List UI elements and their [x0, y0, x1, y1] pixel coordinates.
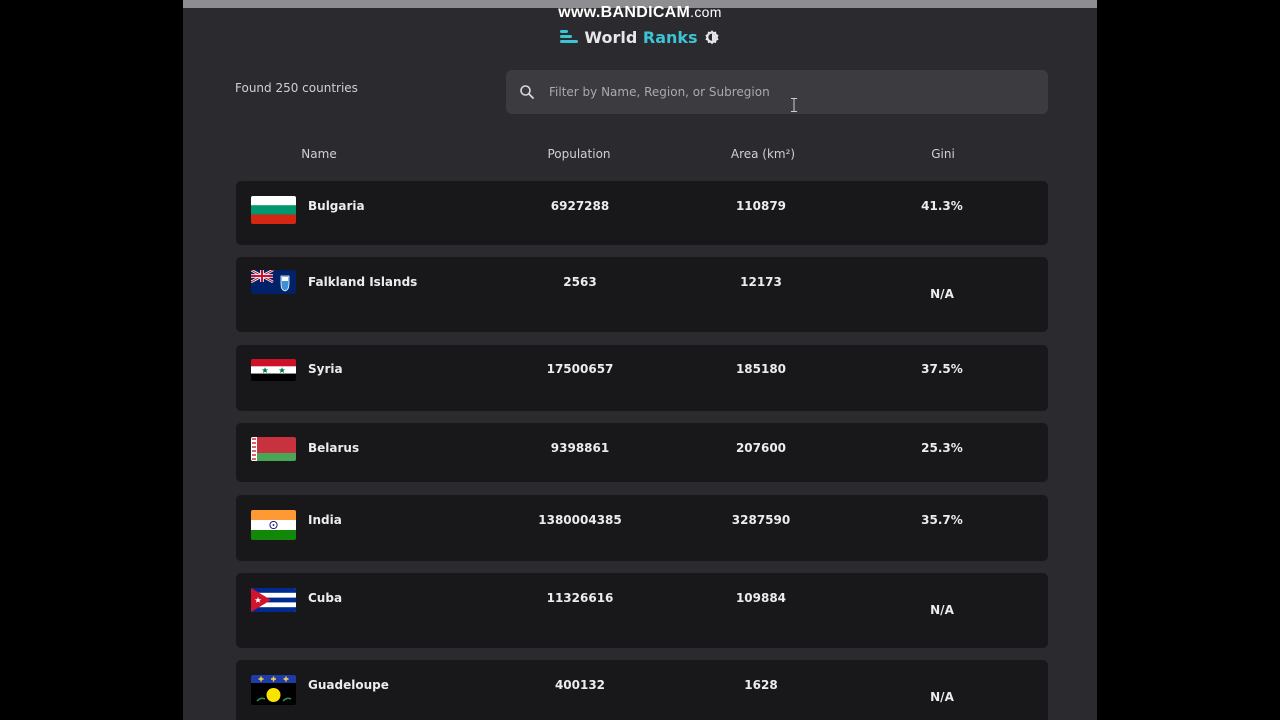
area-value: 207600	[735, 441, 787, 455]
syria-flag-icon	[251, 359, 296, 381]
table-row[interactable]: Syria 17500657 185180 37.5%	[236, 345, 1048, 411]
text-cursor-icon	[791, 98, 797, 112]
population-value: 1380004385	[538, 513, 622, 527]
area-value: 110879	[735, 199, 787, 213]
table-row[interactable]: Bulgaria 6927288 110879 41.3%	[236, 181, 1048, 245]
watermark-suffix: .com	[690, 4, 722, 20]
column-header-gini[interactable]: Gini	[883, 147, 1003, 161]
search-input[interactable]	[549, 85, 1009, 99]
belarus-flag-icon	[251, 437, 296, 461]
country-name: Guadeloupe	[308, 678, 389, 692]
column-header-area[interactable]: Area (km²)	[703, 147, 823, 161]
gini-value: 37.5%	[921, 362, 963, 376]
country-name: Falkland Islands	[308, 275, 418, 289]
watermark-text: www.BANDICAM	[558, 4, 691, 21]
guadeloupe-flag-icon	[251, 675, 296, 705]
country-name: Bulgaria	[308, 199, 365, 213]
search-box[interactable]	[506, 70, 1048, 114]
results-count: Found 250 countries	[235, 81, 358, 95]
table-header: Name Population Area (km²) Gini	[183, 147, 1097, 165]
recording-watermark: www.BANDICAM.com	[183, 4, 1097, 22]
search-icon	[520, 85, 534, 99]
population-value: 11326616	[546, 591, 614, 605]
table-row[interactable]: India 1380004385 3287590 35.7%	[236, 495, 1048, 561]
theme-toggle-icon[interactable]	[704, 29, 720, 45]
india-flag-icon	[251, 510, 296, 540]
brand-word-world: World	[584, 27, 638, 47]
bulgaria-flag-icon	[251, 196, 296, 224]
gini-value: 35.7%	[921, 513, 963, 527]
brand-header: World Ranks	[183, 26, 1097, 48]
table-row[interactable]: Guadeloupe 400132 1628 N/A	[236, 660, 1048, 720]
area-value: 3287590	[731, 513, 791, 527]
table-row[interactable]: Falkland Islands 2563 12173 N/A	[236, 257, 1048, 332]
population-value: 400132	[554, 678, 606, 692]
population-value: 6927288	[550, 199, 610, 213]
population-value: 2563	[563, 275, 597, 289]
gini-value: N/A	[930, 603, 954, 617]
population-value: 17500657	[546, 362, 614, 376]
area-value: 1628	[744, 678, 778, 692]
country-name: Cuba	[308, 591, 343, 605]
brand-title: World Ranks	[584, 28, 697, 47]
cuba-flag-icon	[251, 588, 296, 612]
population-value: 9398861	[550, 441, 610, 455]
area-value: 109884	[735, 591, 787, 605]
gini-value: 41.3%	[921, 199, 963, 213]
country-name: India	[308, 513, 342, 527]
area-value: 12173	[740, 275, 782, 289]
country-name: Syria	[308, 362, 343, 376]
column-header-name[interactable]: Name	[259, 147, 379, 161]
country-name: Belarus	[308, 441, 360, 455]
table-row[interactable]: Belarus 9398861 207600 25.3%	[236, 423, 1048, 482]
table-row[interactable]: Cuba 11326616 109884 N/A	[236, 573, 1048, 648]
world-ranks-app: www.BANDICAM.com World Ranks Found 250 c…	[183, 0, 1097, 720]
falkland-islands-flag-icon	[251, 270, 296, 294]
brand-logo-icon	[560, 29, 579, 45]
gini-value: 25.3%	[921, 441, 963, 455]
gini-value: N/A	[930, 287, 954, 301]
brand-word-ranks: Ranks	[642, 27, 698, 47]
column-header-population[interactable]: Population	[519, 147, 639, 161]
gini-value: N/A	[930, 690, 954, 704]
area-value: 185180	[735, 362, 787, 376]
